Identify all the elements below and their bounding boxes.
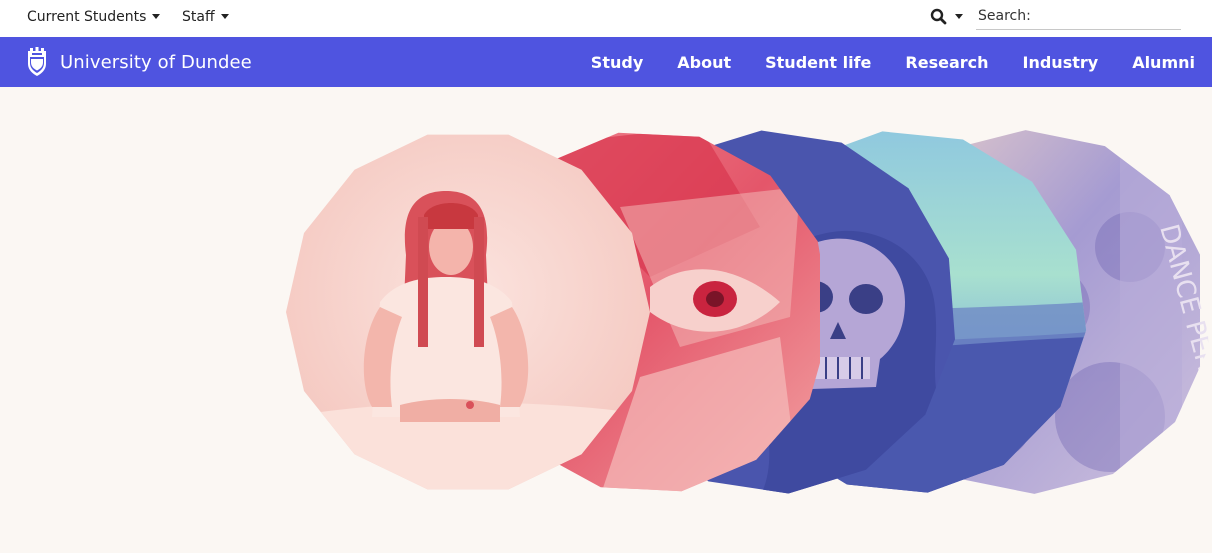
- current-students-menu[interactable]: Current Students: [27, 0, 161, 33]
- crest-icon: [28, 47, 46, 76]
- search-input[interactable]: [976, 5, 1181, 30]
- primary-nav-items: Study About Student life Research Indust…: [557, 37, 1195, 87]
- hero-banner: DANCE PERSPECT: [0, 87, 1212, 553]
- nav-item-student-life[interactable]: Student life: [765, 53, 871, 72]
- hero-artwork: DANCE PERSPECT: [286, 130, 1208, 494]
- current-students-label: Current Students: [27, 8, 147, 25]
- search-area: [930, 0, 1181, 33]
- caret-down-icon: [955, 14, 963, 19]
- staff-menu[interactable]: Staff: [182, 0, 229, 33]
- nav-item-about[interactable]: About: [677, 53, 731, 72]
- nav-item-industry[interactable]: Industry: [1023, 53, 1099, 72]
- staff-label: Staff: [182, 8, 215, 25]
- caret-down-icon: [220, 14, 229, 19]
- main-navigation: University of Dundee Study About Student…: [0, 37, 1212, 87]
- search-scope-toggle[interactable]: [930, 8, 963, 25]
- brand-home-link[interactable]: University of Dundee: [26, 37, 252, 87]
- brand-name: University of Dundee: [60, 51, 252, 73]
- search-icon: [930, 8, 947, 25]
- nav-item-study[interactable]: Study: [591, 53, 643, 72]
- nav-item-research[interactable]: Research: [905, 53, 988, 72]
- caret-down-icon: [152, 14, 161, 19]
- utility-bar: Current Students Staff: [0, 0, 1212, 37]
- nav-item-alumni[interactable]: Alumni: [1132, 53, 1195, 72]
